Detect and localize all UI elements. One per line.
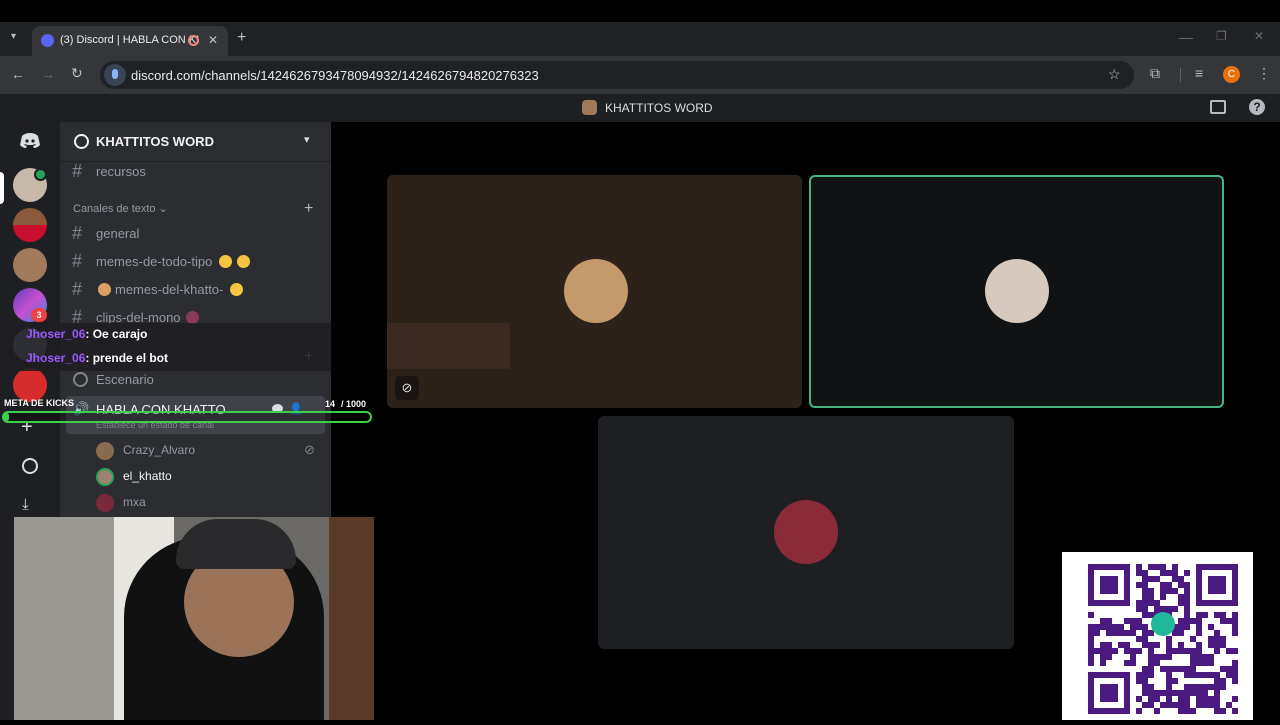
server-icon-3[interactable] [13, 248, 47, 282]
overlay-block [387, 323, 510, 369]
webcam-feed [14, 517, 374, 720]
qr-code [1088, 564, 1238, 714]
channel-label: memes-de-todo-tipo [96, 254, 213, 269]
download-icon[interactable]: ⤓ [22, 496, 29, 513]
server-name: KHATTITOS WORD [96, 134, 214, 149]
deafened-icon: ⊘ [395, 376, 419, 400]
reload-icon[interactable]: ↻ [71, 66, 83, 80]
chat-message: Jhoser_06: Oe carajo [26, 327, 148, 341]
browser-tab-bar: ▾ (3) Discord | HABLA CON KI ✕ + — ❐ ✕ [0, 22, 1280, 56]
voice-user[interactable]: mxa [96, 492, 296, 514]
emoji-icon [219, 255, 232, 268]
voice-user-name: el_khatto [123, 469, 172, 483]
video-tile-el-khatto[interactable] [809, 175, 1224, 408]
avatar [96, 494, 114, 512]
voice-user-name: mxa [123, 495, 146, 509]
inbox-icon[interactable] [1210, 100, 1226, 114]
channel-label: recursos [96, 164, 146, 179]
new-tab-icon[interactable]: + [237, 30, 246, 46]
channel-label: memes-del-khatto- [115, 282, 224, 297]
goal-progress-bar [2, 411, 372, 423]
notification-badge: 3 [31, 308, 47, 322]
mic-glyph-icon [112, 69, 118, 79]
server-icon-6[interactable] [13, 368, 47, 402]
close-tab-icon[interactable]: ✕ [208, 34, 218, 46]
category-label: Canales de texto [73, 203, 156, 215]
help-icon[interactable]: ? [1249, 99, 1265, 115]
emoji-icon [237, 255, 250, 268]
channel-label: general [96, 226, 140, 241]
deafened-icon: ⊘ [304, 442, 315, 457]
stage-icon [73, 372, 88, 387]
forward-icon[interactable]: → [41, 67, 55, 81]
discord-home-icon[interactable] [13, 124, 47, 158]
user-avatar [985, 259, 1049, 323]
channel-label: Escenario [96, 372, 154, 387]
browser-toolbar: ← → ↻ discord.com/channels/1424626793478… [0, 56, 1280, 94]
voice-user[interactable]: el_khatto [96, 466, 296, 488]
video-tile-crazy-alvaro[interactable]: ⊘ [387, 175, 802, 408]
qr-code-panel [1062, 552, 1253, 720]
video-tile-mxa[interactable] [598, 416, 1014, 649]
server-icon-small [582, 100, 597, 115]
person-cap [176, 519, 296, 569]
door-background [329, 517, 374, 720]
url-text: discord.com/channels/1424626793478094932… [131, 68, 539, 83]
media-control-icon[interactable]: ≡ [1195, 66, 1203, 80]
voice-user[interactable]: Crazy_Alvaro ⊘ [96, 440, 315, 462]
tab-title: (3) Discord | HABLA CON KI [60, 34, 200, 46]
chat-message: Jhoser_06: prende el bot [26, 351, 169, 365]
kitchen-background [14, 517, 114, 720]
chevron-down-icon: ▾ [304, 134, 310, 146]
address-bar[interactable]: discord.com/channels/1424626793478094932… [100, 61, 1134, 89]
server-header[interactable]: KHATTITOS WORD ▾ [60, 122, 331, 162]
user-avatar [774, 500, 838, 564]
hash-icon: # [72, 251, 83, 271]
hash-icon: # [72, 161, 83, 181]
minimize-icon[interactable]: — [1179, 30, 1193, 44]
server-boost-icon [74, 134, 89, 149]
server-icon-2[interactable] [13, 208, 47, 242]
create-channel-icon[interactable]: + [304, 200, 313, 218]
goal-progress-fill [4, 413, 10, 421]
goal-target: / 1000 [341, 399, 367, 409]
browser-tab[interactable]: (3) Discord | HABLA CON KI ✕ [32, 26, 228, 56]
back-icon[interactable]: ← [11, 67, 25, 81]
discord-title-bar: KHATTITOS WORD ? [0, 94, 1280, 122]
tab-search-icon[interactable]: ▾ [11, 32, 16, 42]
selected-server-indicator [0, 172, 4, 204]
window-title: KHATTITOS WORD [605, 101, 713, 115]
goal-label: META DE KICKS [4, 398, 75, 408]
hash-icon: # [72, 223, 83, 243]
voice-user-name: Crazy_Alvaro [123, 443, 196, 457]
recording-icon [188, 35, 199, 46]
chevron-down-icon: ⌄ [158, 203, 168, 215]
hash-icon: # [72, 279, 83, 299]
restore-icon[interactable]: ❐ [1216, 30, 1227, 42]
avatar [96, 468, 114, 486]
close-window-icon[interactable]: ✕ [1254, 30, 1264, 42]
cat-emoji-icon [98, 283, 111, 296]
profile-avatar[interactable]: C [1223, 66, 1240, 83]
toolbar-divider [1180, 68, 1181, 82]
emoji-icon [230, 283, 243, 296]
bookmark-star-icon[interactable]: ☆ [1108, 67, 1121, 81]
discover-icon[interactable] [22, 458, 38, 474]
voice-active-icon [34, 168, 47, 181]
goal-current: 14 [325, 399, 336, 409]
avatar [96, 442, 114, 460]
discord-favicon-icon [41, 34, 54, 47]
user-avatar [564, 259, 628, 323]
category-text-channels[interactable]: Canales de texto ⌄ [73, 202, 168, 215]
extensions-icon[interactable]: ⧉ [1150, 66, 1160, 80]
menu-icon[interactable]: ⋮ [1257, 66, 1271, 80]
